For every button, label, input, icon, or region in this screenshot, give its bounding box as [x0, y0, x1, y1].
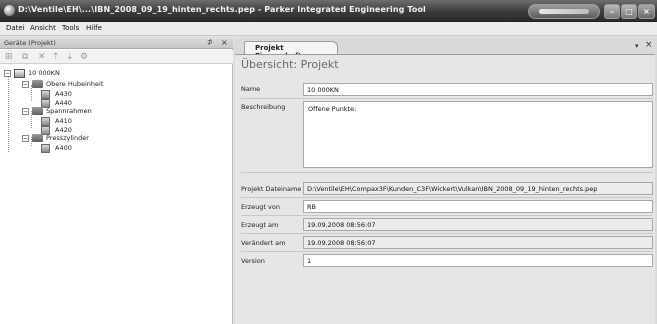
tree-group-label: Spannrahmen — [46, 107, 92, 115]
delete-icon[interactable]: ✕ — [38, 52, 46, 62]
menu-datei[interactable]: Datei — [6, 24, 25, 32]
tree-leaf-label: A400 — [55, 144, 72, 152]
version-field[interactable]: 1 — [303, 254, 653, 267]
project-icon — [14, 69, 25, 78]
menu-hilfe[interactable]: Hilfe — [86, 24, 102, 32]
title-pill-button[interactable] — [528, 4, 600, 19]
page-title: Übersicht: Projekt — [241, 58, 339, 71]
version-label: Version — [241, 257, 265, 265]
application-window: D:\Ventile\EH\...\IBN_2008_09_19_hinten_… — [0, 0, 657, 324]
drive-icon — [41, 117, 50, 126]
created-at-label: Erzeugt am — [241, 221, 279, 229]
tree-leaf-label: A410 — [55, 117, 72, 125]
name-label: Name — [241, 85, 261, 93]
folder-icon — [32, 134, 43, 142]
modified-at-label: Verändert am — [241, 239, 286, 247]
file-name-label: Projekt Dateiname — [241, 185, 302, 193]
close-window-button[interactable]: × — [638, 4, 655, 19]
file-name-field[interactable]: D:\Ventile\EH\Compax3F\Kunden_C3F\Wicker… — [303, 182, 653, 195]
tree-group[interactable]: − Spannrahmen — [4, 107, 224, 116]
app-logo-icon — [4, 5, 15, 16]
window-title: D:\Ventile\EH\...\IBN_2008_09_19_hinten_… — [18, 5, 426, 14]
document-area: Projekt Eigenschaften ▾ × Übersicht: Pro… — [234, 38, 657, 324]
description-label: Beschreibung — [241, 103, 286, 111]
created-at-field[interactable]: 19.09.2008 08:56:07 — [303, 218, 653, 231]
collapse-toggle-icon[interactable]: − — [4, 70, 11, 77]
collapse-toggle-icon[interactable]: − — [22, 108, 29, 115]
tree-root[interactable]: − 10 000KN — [4, 69, 224, 78]
device-panel-title: Geräte (Projekt) — [4, 39, 56, 47]
folder-icon — [32, 80, 43, 88]
description-field[interactable]: Offene Punkte: — [303, 101, 653, 168]
menu-tools[interactable]: Tools — [62, 24, 79, 32]
pin-icon[interactable]: ⊅ — [207, 38, 213, 46]
folder-icon — [32, 107, 43, 115]
tree-leaf-label: A420 — [55, 126, 72, 134]
menu-ansicht[interactable]: Ansicht — [30, 24, 56, 32]
collapse-toggle-icon[interactable]: − — [22, 135, 29, 142]
maximize-button[interactable]: □ — [621, 4, 637, 19]
minimize-button[interactable]: – — [604, 4, 620, 19]
panel-close-icon[interactable]: × — [221, 38, 228, 47]
settings-icon[interactable]: ⚙ — [80, 52, 88, 62]
title-bar[interactable]: D:\Ventile\EH\...\IBN_2008_09_19_hinten_… — [0, 0, 657, 22]
divider — [241, 197, 653, 198]
project-properties-form: Übersicht: Projekt Name 10 000KN Beschre… — [235, 54, 655, 324]
tree-leaf-label: A440 — [55, 99, 72, 107]
tree-group-label: Presszylinder — [46, 134, 89, 142]
divider — [241, 215, 653, 216]
tab-project-properties[interactable]: Projekt Eigenschaften — [244, 41, 338, 60]
tab-list-dropdown-icon[interactable]: ▾ — [635, 42, 639, 50]
tree-leaf[interactable]: A410 — [4, 117, 224, 126]
modified-at-field[interactable]: 19.09.2008 08:56:07 — [303, 236, 653, 249]
tree-root-label: 10 000KN — [28, 69, 60, 77]
tree-group-label: Obere Hubeinheit — [46, 80, 104, 88]
copy-icon[interactable]: ⧉ — [22, 52, 28, 62]
move-down-icon[interactable]: ⇣ — [66, 52, 74, 62]
move-up-icon[interactable]: ⇡ — [52, 52, 60, 62]
tab-close-icon[interactable]: × — [645, 40, 653, 50]
divider — [241, 233, 653, 234]
device-panel-toolbar: ⊞ ⧉ ✕ ⇡ ⇣ ⚙ — [0, 50, 233, 64]
tree-group[interactable]: − Presszylinder — [4, 134, 224, 143]
name-field[interactable]: 10 000KN — [303, 83, 653, 96]
add-device-icon[interactable]: ⊞ — [5, 52, 13, 62]
drive-icon — [41, 144, 50, 153]
divider — [241, 172, 653, 173]
divider — [241, 251, 653, 252]
divider — [241, 98, 653, 99]
menu-bar: Datei Ansicht Tools Hilfe — [0, 22, 657, 36]
tree-leaf-label: A430 — [55, 90, 72, 98]
tree-group[interactable]: − Obere Hubeinheit — [4, 80, 224, 89]
created-by-field[interactable]: RB — [303, 200, 653, 213]
device-panel-header: Geräte (Projekt) ⊅ × — [0, 38, 233, 49]
drive-icon — [41, 90, 50, 99]
tree-leaf[interactable]: A430 — [4, 90, 224, 99]
created-by-label: Erzeugt von — [241, 203, 280, 211]
pill-indicator-icon — [539, 9, 589, 14]
device-panel: Geräte (Projekt) ⊅ × ⊞ ⧉ ✕ ⇡ ⇣ ⚙ − 10 00… — [0, 38, 233, 324]
tree-leaf[interactable]: A400 — [4, 144, 224, 153]
collapse-toggle-icon[interactable]: − — [22, 81, 29, 88]
